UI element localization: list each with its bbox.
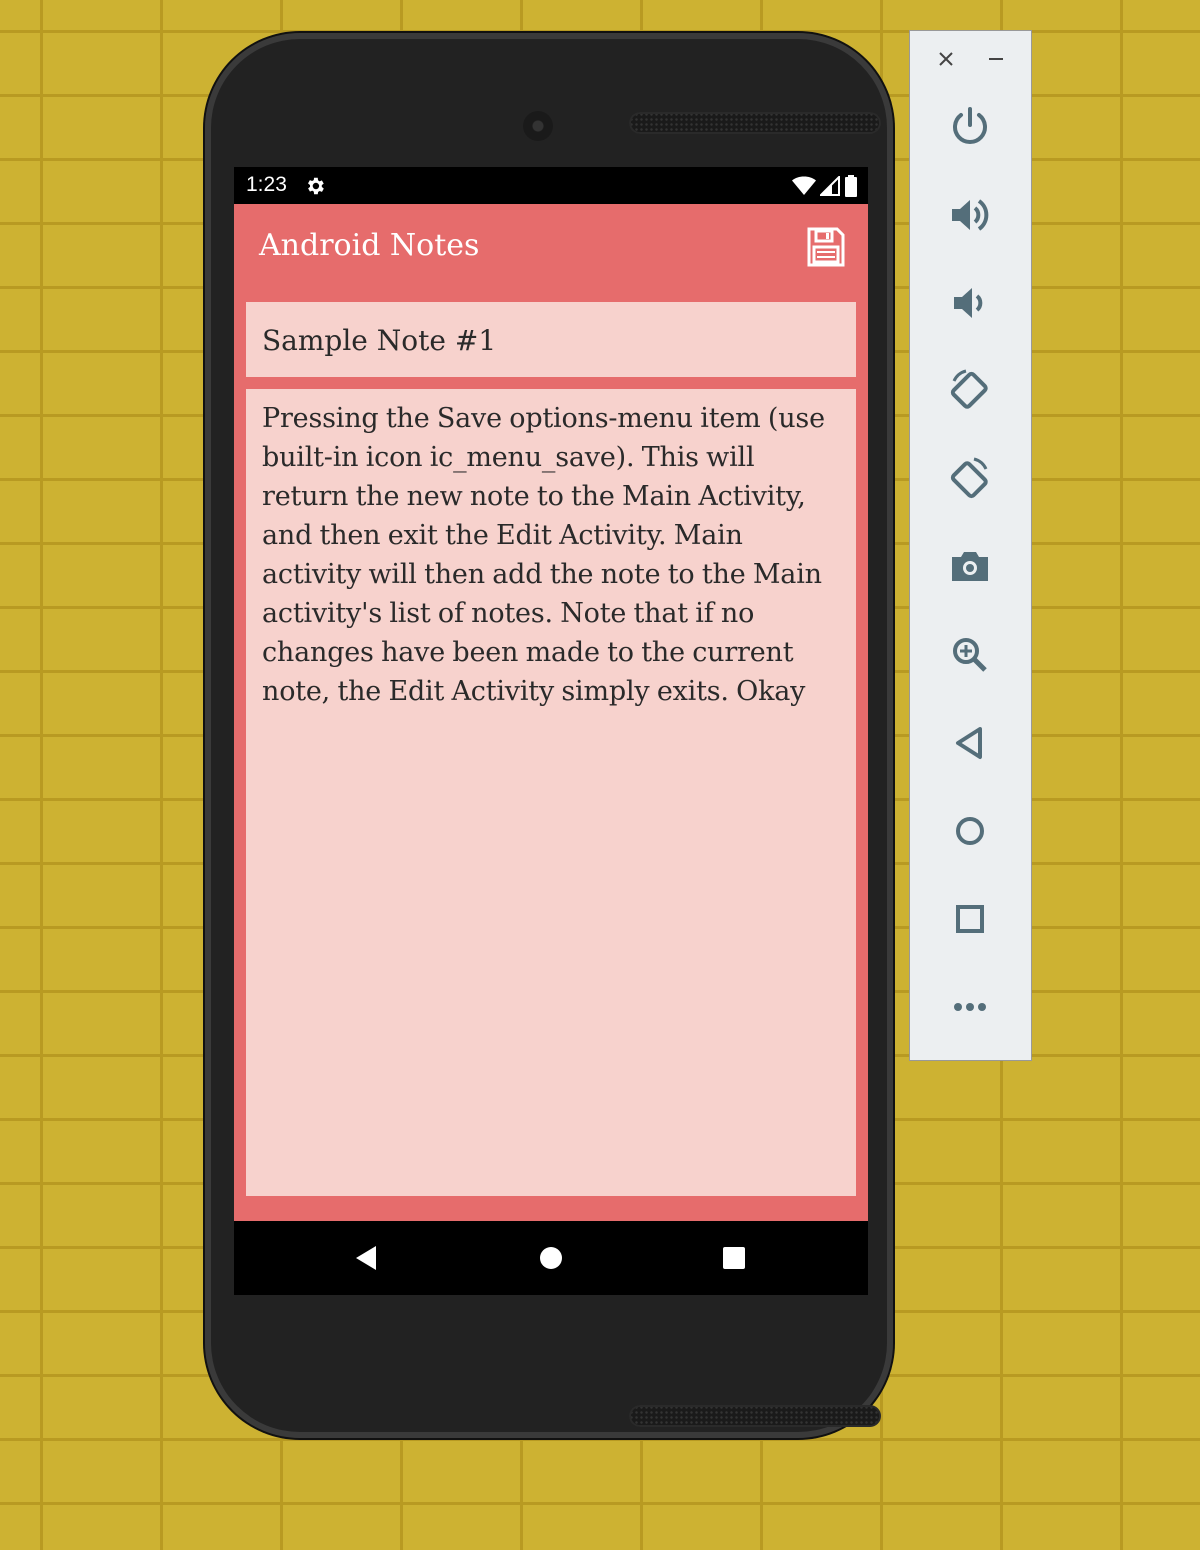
back-icon[interactable] [352,1243,382,1273]
navigation-bar [234,1221,868,1295]
camera-icon[interactable] [946,543,994,591]
device-screen: 1:23 Android Notes Sample Note #1 Pressi… [234,167,868,1295]
bottom-speaker [629,1405,881,1427]
volume-down-icon[interactable] [946,279,994,327]
home-icon[interactable] [536,1243,566,1273]
emulator-back-icon[interactable] [946,719,994,767]
rotate-left-icon[interactable] [946,367,994,415]
more-icon[interactable] [946,983,994,1031]
top-speaker [629,112,881,134]
minimize-icon[interactable] [984,47,1008,71]
rotate-right-icon[interactable] [946,455,994,503]
app-title: Android Notes [259,228,480,263]
note-title-input[interactable]: Sample Note #1 [246,302,856,377]
volume-up-icon[interactable] [946,191,994,239]
recents-icon[interactable] [719,1243,749,1273]
signal-icon [820,176,840,196]
front-camera [523,111,553,141]
wifi-icon [792,176,816,195]
emulator-toolbar [910,31,1031,1060]
power-icon[interactable] [946,103,994,151]
overview-icon[interactable] [946,895,994,943]
app-toolbar: Android Notes [234,204,868,292]
status-time: 1:23 [246,173,287,196]
emulator-home-icon[interactable] [946,807,994,855]
status-bar: 1:23 [234,167,868,204]
close-icon[interactable] [934,47,958,71]
edit-content: Sample Note #1 Pressing the Save options… [234,292,868,1221]
note-body-input[interactable]: Pressing the Save options-menu item (use… [246,389,856,1196]
settings-icon [308,177,324,195]
save-icon[interactable] [806,226,846,268]
battery-icon [845,175,857,197]
zoom-icon[interactable] [946,631,994,679]
